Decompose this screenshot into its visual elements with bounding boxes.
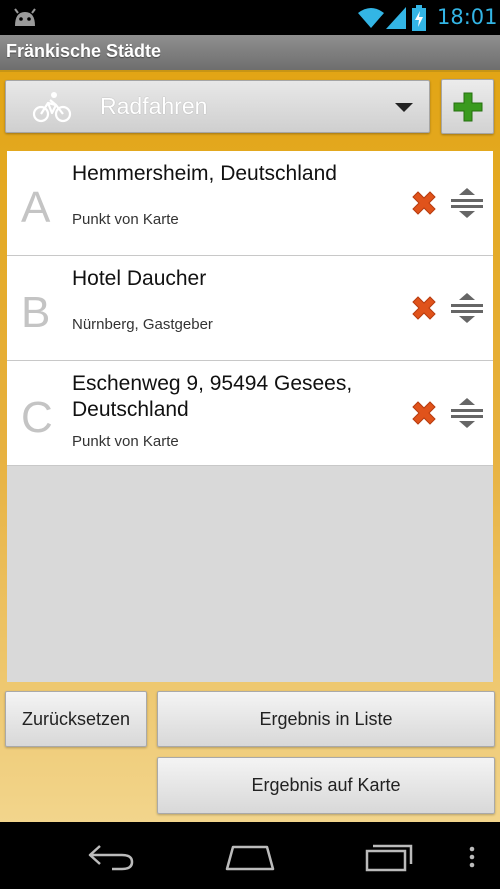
stop-detail: Punkt von Karte bbox=[72, 433, 179, 450]
recent-apps-icon[interactable] bbox=[364, 842, 414, 872]
home-icon[interactable] bbox=[223, 843, 277, 871]
status-bar: 18:01 bbox=[0, 0, 500, 35]
bicycle-icon bbox=[32, 92, 72, 123]
result-map-button[interactable]: Ergebnis auf Karte bbox=[157, 757, 495, 814]
add-stop-button[interactable] bbox=[441, 79, 494, 134]
delete-icon[interactable] bbox=[409, 188, 439, 218]
delete-icon[interactable] bbox=[409, 398, 439, 428]
title-bar: Fränkische Städte bbox=[0, 35, 500, 72]
signal-icon bbox=[386, 7, 406, 29]
stop-detail: Punkt von Karte bbox=[72, 211, 179, 228]
overflow-menu-icon[interactable] bbox=[468, 846, 476, 868]
android-notification-icon bbox=[14, 8, 36, 26]
dropdown-arrow-icon bbox=[395, 103, 413, 112]
stop-detail: Nürnberg, Gastgeber bbox=[72, 316, 213, 333]
navigation-bar bbox=[0, 822, 500, 889]
drag-handle-icon[interactable] bbox=[450, 291, 484, 325]
travel-mode-label: Radfahren bbox=[100, 93, 208, 119]
delete-icon[interactable] bbox=[409, 293, 439, 323]
drag-handle-icon[interactable] bbox=[450, 396, 484, 430]
stop-name: Hotel Daucher bbox=[72, 267, 207, 290]
wifi-icon bbox=[358, 8, 384, 28]
list-item[interactable]: C Eschenweg 9, 95494 Gesees, Deutschland… bbox=[7, 361, 493, 466]
app-title: Fränkische Städte bbox=[6, 41, 162, 61]
travel-mode-select[interactable]: Radfahren bbox=[5, 80, 430, 133]
main-content: Radfahren A Hemmersheim, Deutschland Pun… bbox=[0, 72, 500, 822]
list-item[interactable]: B Hotel Daucher Nürnberg, Gastgeber bbox=[7, 256, 493, 361]
back-icon[interactable] bbox=[86, 842, 136, 872]
status-clock: 18:01 bbox=[437, 5, 498, 29]
drag-handle-icon[interactable] bbox=[450, 186, 484, 220]
stop-letter: A bbox=[21, 183, 51, 232]
result-list-button[interactable]: Ergebnis in Liste bbox=[157, 691, 495, 747]
stop-letter: B bbox=[21, 288, 51, 337]
plus-icon bbox=[453, 92, 483, 122]
stop-name: Eschenweg 9, 95494 Gesees, Deutschland bbox=[72, 372, 353, 421]
list-item[interactable]: A Hemmersheim, Deutschland Punkt von Kar… bbox=[7, 151, 493, 256]
stop-letter: C bbox=[21, 393, 53, 442]
reset-button[interactable]: Zurücksetzen bbox=[5, 691, 147, 747]
battery-icon bbox=[412, 5, 426, 31]
stop-name: Hemmersheim, Deutschland bbox=[72, 162, 337, 185]
stop-list: A Hemmersheim, Deutschland Punkt von Kar… bbox=[7, 151, 493, 682]
